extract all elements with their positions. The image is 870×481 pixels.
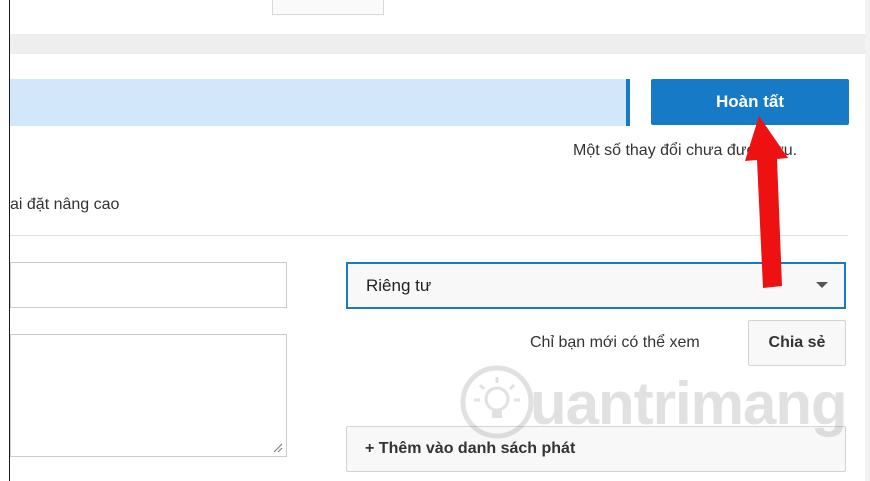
privacy-select-value: Riêng tư [366, 275, 432, 295]
window-right-edge [865, 0, 870, 481]
tab-advanced-settings[interactable]: ai đặt nâng cao [10, 196, 119, 214]
top-partial-button[interactable] [272, 0, 384, 15]
chevron-down-icon [816, 282, 828, 288]
privacy-hint-text: Chỉ bạn mới có thể xem [530, 334, 700, 351]
title-input[interactable] [10, 262, 287, 308]
share-button[interactable]: Chia sẻ [748, 320, 846, 366]
add-to-playlist-button[interactable]: + Thêm vào danh sách phát [346, 426, 846, 472]
resize-handle-icon[interactable] [273, 443, 283, 453]
red-arrow-annotation [745, 116, 788, 288]
window-left-edge [0, 0, 10, 481]
top-strip [10, 0, 865, 34]
header-divider-band [10, 34, 865, 54]
description-textarea[interactable] [10, 334, 287, 457]
upload-progress-bar [10, 79, 630, 126]
